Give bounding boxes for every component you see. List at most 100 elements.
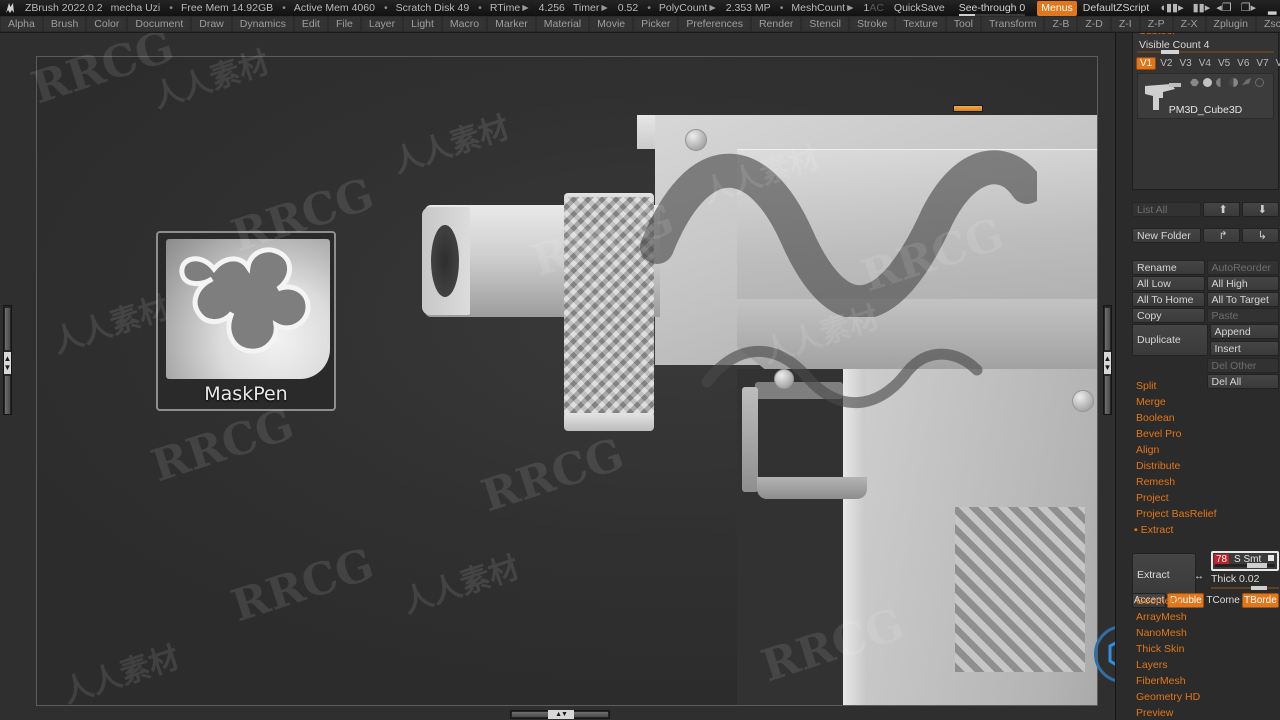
section-split[interactable]: Split [1136,380,1156,392]
scroll-arrows[interactable]: ▲ ▼ [1104,352,1111,374]
right-tray-icon[interactable]: ❐▸ [1241,2,1256,14]
extract-section-header[interactable]: ▪ Extract [1134,524,1173,536]
menu-item-render[interactable]: Render [751,17,801,31]
section-align[interactable]: Align [1136,444,1159,456]
insert-button[interactable]: Insert [1209,341,1279,356]
all-low-button[interactable]: All Low [1132,276,1205,291]
s-smt-slider[interactable]: 78 S Smt [1211,551,1279,571]
section-project[interactable]: Project [1136,492,1169,504]
menu-item-tool[interactable]: Tool [946,17,980,31]
all-high-button[interactable]: All High [1206,276,1279,291]
menu-item-document[interactable]: Document [128,17,191,31]
slider-knob[interactable] [1161,50,1179,54]
all-to-home-button[interactable]: All To Home [1132,292,1205,307]
slider-knob[interactable] [1247,563,1267,568]
move-in-icon[interactable]: ↳ [1241,228,1279,243]
section-fibermesh[interactable]: FiberMesh [1136,675,1186,687]
append-button[interactable]: Append [1209,324,1279,339]
subtool-version-v7[interactable]: V7 [1253,58,1271,69]
extract-button[interactable]: Extract [1132,553,1196,597]
menu-item-texture[interactable]: Texture [896,17,945,31]
subtool-version-v3[interactable]: V3 [1176,58,1194,69]
see-through-slider[interactable]: See-through 0 [958,2,1026,16]
menu-item-layer[interactable]: Layer [361,17,403,31]
arrow-down-icon[interactable]: ⬇ [1241,202,1279,217]
menu-item-zplugin[interactable]: Zplugin [1206,17,1255,31]
menu-item-draw[interactable]: Draw [192,17,231,31]
move-out-icon[interactable]: ↱ [1202,228,1240,243]
menu-item-marker[interactable]: Marker [488,17,535,31]
copy-button[interactable]: Copy [1132,308,1205,323]
menu-item-color[interactable]: Color [87,17,127,31]
slider-knob[interactable] [958,14,975,16]
menu-item-dynamics[interactable]: Dynamics [232,17,293,31]
all-to-target-button[interactable]: All To Target [1206,292,1279,307]
scroll-segment[interactable] [512,712,548,717]
duplicate-button[interactable]: Duplicate [1132,324,1208,356]
scroll-down-arrow-icon[interactable]: ▼ [1104,363,1112,372]
scroll-segment[interactable] [1105,308,1110,350]
menu-item-z-p[interactable]: Z-P [1140,17,1172,31]
menu-item-macro[interactable]: Macro [442,17,487,31]
arrow-up-icon[interactable]: ⬆ [1202,202,1240,217]
new-folder-button[interactable]: New Folder [1132,228,1201,243]
menu-item-transform[interactable]: Transform [982,17,1044,31]
left-tray-icon[interactable]: ◂❐ [1216,2,1231,14]
scroll-arrows[interactable]: ▲ ▼ [548,710,574,719]
menu-item-z-x[interactable]: Z-X [1173,17,1205,31]
tborder-toggle[interactable]: TBorde [1241,593,1279,608]
subtool-version-v6[interactable]: V6 [1234,58,1252,69]
scroll-down-arrow-icon[interactable]: ▼ [4,363,12,372]
polypaint-icon[interactable] [1229,78,1238,87]
menus-button[interactable]: Menus [1037,0,1077,16]
zscript-label[interactable]: DefaultZScript [1083,2,1150,14]
slider-knob[interactable] [1251,586,1267,590]
eye-icon[interactable] [1190,78,1199,87]
menu-item-z-d[interactable]: Z-D [1078,17,1110,31]
scroll-up-arrow-icon[interactable]: ▲ [1104,354,1112,363]
section-preview[interactable]: Preview [1136,707,1173,719]
section-nanomesh[interactable]: NanoMesh [1136,627,1187,639]
menu-item-edit[interactable]: Edit [294,17,327,31]
scroll-up-arrow-icon[interactable]: ▲ [4,354,12,363]
canvas-vertical-scrollbar-left[interactable]: ▲ ▼ [3,305,12,415]
scroll-segment[interactable] [5,376,10,414]
canvas-vertical-scrollbar-right[interactable]: ▲ ▼ [1103,305,1112,415]
current-brush-thumbnail[interactable]: MaskPen [156,231,336,411]
canvas-horizontal-scrollbar[interactable]: ▲ ▼ [510,710,610,719]
del-all-button[interactable]: Del All [1206,374,1279,389]
paint-icon[interactable] [1203,78,1212,87]
list-all-button[interactable]: List All [1132,202,1201,217]
section-layers[interactable]: Layers [1136,659,1168,671]
menu-item-picker[interactable]: Picker [634,17,678,31]
section-remesh[interactable]: Remesh [1136,476,1175,488]
minimize-icon[interactable]: ▂ [1268,2,1276,15]
subtool-version-v4[interactable]: V4 [1196,58,1214,69]
menu-item-alpha[interactable]: Alpha [1,17,42,31]
section-bevel-pro[interactable]: Bevel Pro [1136,428,1182,440]
menu-item-material[interactable]: Material [536,17,589,31]
menu-item-z-i[interactable]: Z-I [1111,17,1139,31]
tcorner-toggle[interactable]: TCorne [1205,593,1240,608]
circle-outline-icon[interactable] [1255,78,1264,87]
menu-item-brush[interactable]: Brush [43,17,86,31]
subtool-version-v1[interactable]: V1 [1136,57,1157,70]
section-geometry-hd[interactable]: Geometry HD [1136,691,1200,703]
menu-item-z-b[interactable]: Z-B [1045,17,1077,31]
menu-item-file[interactable]: File [328,17,360,31]
menu-item-light[interactable]: Light [404,17,441,31]
quicksave-button[interactable]: QuickSave [894,2,945,14]
menu-item-preferences[interactable]: Preferences [679,17,750,31]
subtool-version-v2[interactable]: V2 [1157,58,1175,69]
tray-toggle-icon[interactable]: ▮▮▸ [1193,2,1211,14]
scroll-segment[interactable] [1105,376,1110,414]
section-thick-skin[interactable]: Thick Skin [1136,643,1184,655]
scroll-arrows[interactable]: ▲ ▼ [4,352,11,374]
subtool-list-item[interactable]: PM3D_Cube3D [1137,73,1274,119]
palette-toggle-icon[interactable]: ◖▮▮▸ [1159,2,1183,14]
menu-item-stroke[interactable]: Stroke [849,17,895,31]
thick-slider[interactable]: Thick 0.02 [1211,573,1279,590]
subtool-version-v8[interactable]: V8 [1273,58,1280,69]
scroll-segment[interactable] [5,308,10,350]
ac-button[interactable]: AC [869,2,884,14]
